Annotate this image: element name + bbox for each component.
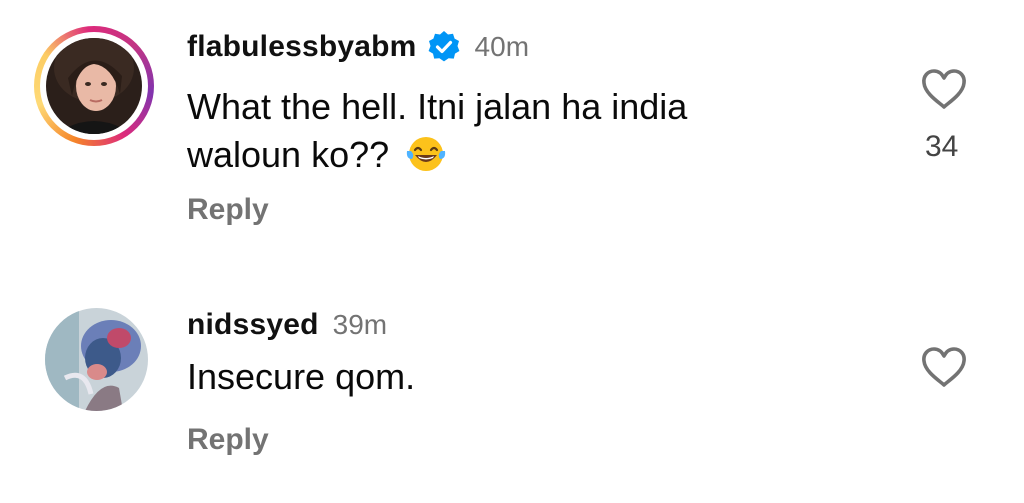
comment-meta: flabulessbyabm 40m	[187, 30, 529, 64]
avatar[interactable]	[45, 308, 148, 411]
comment-item: nidssyed 39m Insecure qom. Reply	[0, 290, 1024, 503]
heart-outline-icon[interactable]	[921, 346, 967, 388]
reply-button[interactable]: Reply	[187, 423, 269, 457]
heart-outline-icon[interactable]	[921, 68, 967, 110]
comment-body: Insecure qom.	[187, 356, 416, 397]
comment-meta: nidssyed 39m	[187, 308, 387, 342]
verified-badge-icon	[427, 30, 461, 64]
comment-timestamp: 40m	[474, 31, 530, 62]
username[interactable]: flabulessbyabm	[187, 30, 417, 64]
comment-text: What the hell. Itni jalan ha india walou…	[187, 83, 807, 179]
reply-button[interactable]: Reply	[187, 193, 269, 227]
comment-item: flabulessbyabm 40m What the hell. Itni j…	[0, 0, 1024, 260]
laughing-emoji-icon	[405, 133, 447, 175]
comment-timestamp: 39m	[332, 309, 388, 340]
avatar[interactable]	[46, 38, 142, 134]
username[interactable]: nidssyed	[187, 308, 319, 342]
like-count[interactable]: 34	[925, 130, 958, 164]
